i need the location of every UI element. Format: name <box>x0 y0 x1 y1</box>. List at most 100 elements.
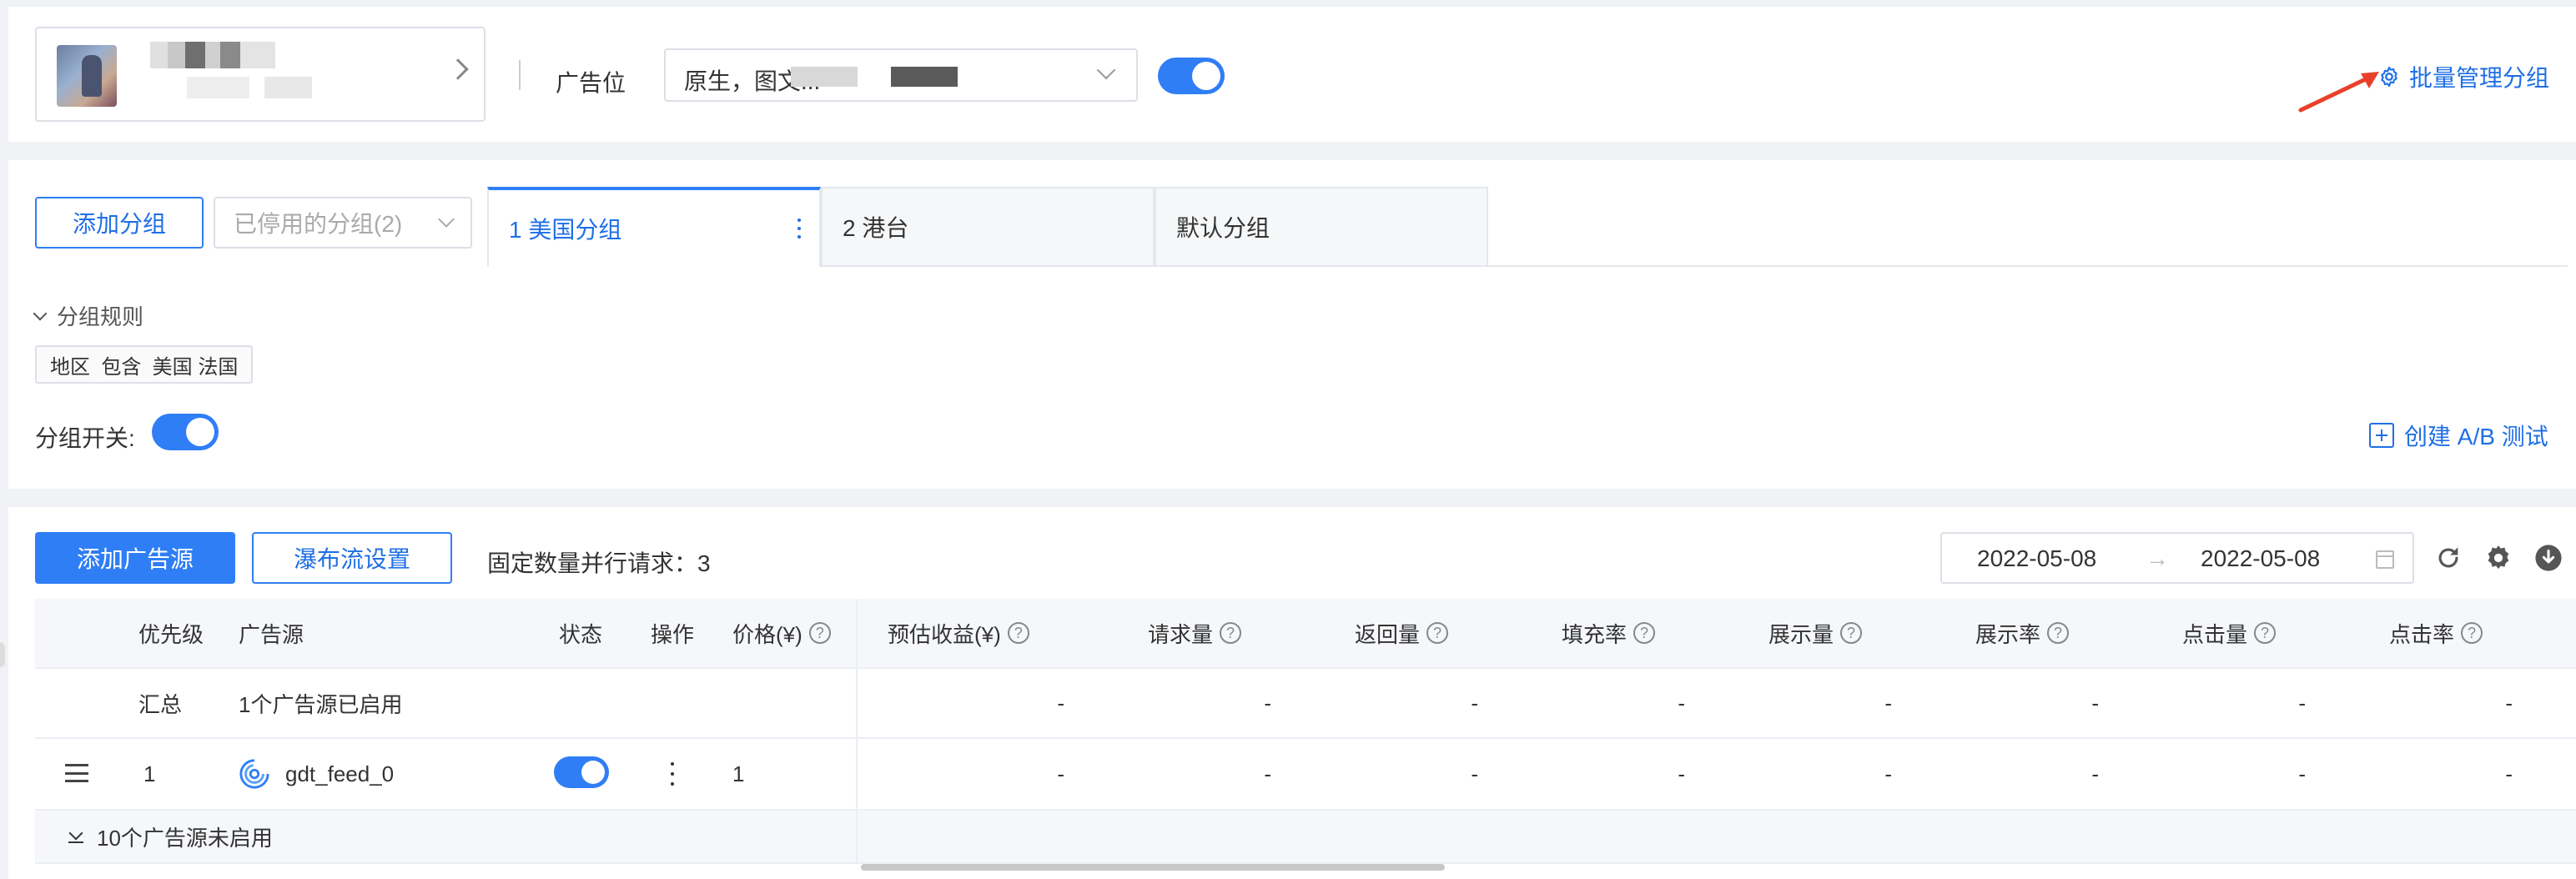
create-ab-test-link[interactable]: 创建 A/B 测试 <box>2369 419 2548 452</box>
metric-cell: - <box>1678 690 1685 716</box>
batch-manage-groups-link[interactable]: 批量管理分组 <box>2377 60 2549 93</box>
chevron-down-icon <box>1096 60 1116 80</box>
metric-cell: - <box>1884 761 1892 786</box>
chevron-down-icon <box>33 306 48 320</box>
side-handle[interactable] <box>0 642 5 667</box>
calendar-icon <box>2376 550 2394 569</box>
help-icon[interactable]: ? <box>2047 622 2070 644</box>
metric-cell: - <box>2091 761 2099 786</box>
group-rules-label: 分组规则 <box>57 304 144 329</box>
ad-position-toggle[interactable] <box>1158 58 1225 94</box>
more-vertical-icon[interactable] <box>671 762 674 786</box>
app-avatar <box>57 45 117 107</box>
summary-row: 汇总 1个广告源已启用 - - - - - - - - <box>35 669 2576 739</box>
help-icon[interactable]: ? <box>1426 622 1449 644</box>
row-ad-source[interactable]: gdt_feed_0 <box>239 739 394 809</box>
col-est-revenue: 预估收益(¥)? <box>888 599 1029 667</box>
redacted-app-name <box>150 42 275 68</box>
help-icon[interactable]: ? <box>1220 622 1242 644</box>
help-icon[interactable]: ? <box>1007 622 1029 644</box>
disabled-sources-toggle[interactable]: 10个广告源未启用 <box>68 811 273 862</box>
col-click-rate: 点击率? <box>2389 599 2483 667</box>
tab-us-group[interactable]: 1 美国分组 <box>487 187 821 267</box>
ad-position-select[interactable]: 原生，图文... <box>664 48 1138 102</box>
drag-handle-icon[interactable] <box>65 764 88 782</box>
more-vertical-icon[interactable] <box>797 218 801 239</box>
disabled-sources-row[interactable]: 10个广告源未启用 <box>35 811 2576 864</box>
help-icon[interactable]: ? <box>1840 622 1863 644</box>
chevron-right-icon <box>447 58 469 80</box>
date-range-picker[interactable]: 2022-05-08 → 2022-05-08 <box>1940 532 2414 584</box>
row-status-toggle[interactable] <box>554 756 609 788</box>
download-icon[interactable] <box>2534 544 2563 572</box>
help-icon[interactable]: ? <box>1633 622 1656 644</box>
metric-cell: - <box>2505 690 2513 716</box>
col-returns: 返回量? <box>1355 599 1449 667</box>
fixed-column-divider <box>856 599 858 864</box>
col-ad-source: 广告源 <box>239 621 304 647</box>
date-start: 2022-05-08 <box>1977 545 2097 571</box>
metric-cell: - <box>1884 690 1892 716</box>
refresh-icon[interactable] <box>2434 544 2463 572</box>
col-impressions: 展示量? <box>1768 599 1863 667</box>
tab-default-group[interactable]: 默认分组 <box>1155 187 1488 267</box>
rule-tag: 地区 包含 美国 法国 <box>35 345 254 384</box>
gear-icon <box>2381 66 2397 88</box>
parallel-request-text: 固定数量并行请求：3 <box>487 550 711 576</box>
help-icon[interactable]: ? <box>2254 622 2277 644</box>
metric-cell: - <box>1471 761 1478 786</box>
redacted-app-id <box>187 77 312 98</box>
metric-cell: - <box>2298 690 2306 716</box>
group-rules-toggle[interactable]: 分组规则 <box>33 300 144 331</box>
ad-position-label: 广告位 <box>556 70 626 96</box>
group-switch-label: 分组开关: <box>35 425 135 451</box>
disabled-groups-select[interactable]: 已停用的分组(2) <box>214 197 472 249</box>
create-ab-label: 创建 A/B 测试 <box>2404 424 2548 450</box>
table-header-row: 优先级 广告源 状态 操作 价格(¥)? 预估收益(¥)? 请求量? 返回量? … <box>35 599 2576 669</box>
chevron-down-icon <box>438 211 455 228</box>
group-card: 添加分组 已停用的分组(2) 1 美国分组 2 港台 默认分组 分组规则 地区 … <box>8 160 2576 489</box>
col-impression-rate: 展示率? <box>1975 599 2070 667</box>
arrow-right-icon: → <box>2146 545 2169 571</box>
ad-source-card: 添加广告源 瀑布流设置 固定数量并行请求：3 2022-05-08 → 2022… <box>8 507 2576 879</box>
metric-cell: - <box>2298 761 2306 786</box>
horizontal-scrollbar[interactable] <box>861 864 1445 871</box>
col-status: 状态 <box>559 621 603 647</box>
col-operation: 操作 <box>651 621 695 647</box>
tab-label: 2 港台 <box>843 215 909 241</box>
row-priority: 1 <box>143 761 156 786</box>
waterfall-settings-button[interactable]: 瀑布流设置 <box>252 532 452 584</box>
gdt-logo-icon <box>239 759 269 789</box>
redacted-ad-position <box>791 67 958 87</box>
help-icon[interactable]: ? <box>2461 622 2483 644</box>
metric-cell: - <box>2091 690 2099 716</box>
annotation-arrow-icon <box>2298 72 2379 113</box>
plus-square-icon <box>2369 423 2394 448</box>
app-selector[interactable] <box>35 27 486 122</box>
settings-gear-icon[interactable] <box>2484 544 2513 572</box>
col-priority: 优先级 <box>138 621 204 647</box>
table-row: 1 gdt_feed_0 1 - - - - - - - - <box>35 739 2576 811</box>
col-fill-rate: 填充率? <box>1562 599 1656 667</box>
tabs-divider <box>1488 265 2568 267</box>
disabled-groups-label: 已停用的分组(2) <box>234 211 403 237</box>
row-ad-source-name: gdt_feed_0 <box>285 761 395 786</box>
col-requests: 请求量? <box>1148 599 1242 667</box>
metric-cell: - <box>1057 761 1064 786</box>
metric-cell: - <box>1057 690 1064 716</box>
group-switch-toggle[interactable] <box>152 414 219 450</box>
app-header-card: 广告位 原生，图文... 批量管理分组 <box>8 7 2576 142</box>
row-price[interactable]: 1 <box>732 739 744 809</box>
tab-label: 默认分组 <box>1176 215 1270 241</box>
summary-label: 汇总 <box>138 691 183 717</box>
disabled-sources-label: 10个广告源未启用 <box>97 825 273 851</box>
date-end: 2022-05-08 <box>2201 545 2321 571</box>
add-group-button[interactable]: 添加分组 <box>35 197 204 249</box>
tab-hk-group[interactable]: 2 港台 <box>821 187 1155 267</box>
tab-label: 1 美国分组 <box>509 217 622 243</box>
summary-desc: 1个广告源已启用 <box>239 691 403 717</box>
divider <box>519 60 521 90</box>
batch-manage-label: 批量管理分组 <box>2409 65 2550 91</box>
help-icon[interactable]: ? <box>808 622 831 644</box>
add-ad-source-button[interactable]: 添加广告源 <box>35 532 235 584</box>
